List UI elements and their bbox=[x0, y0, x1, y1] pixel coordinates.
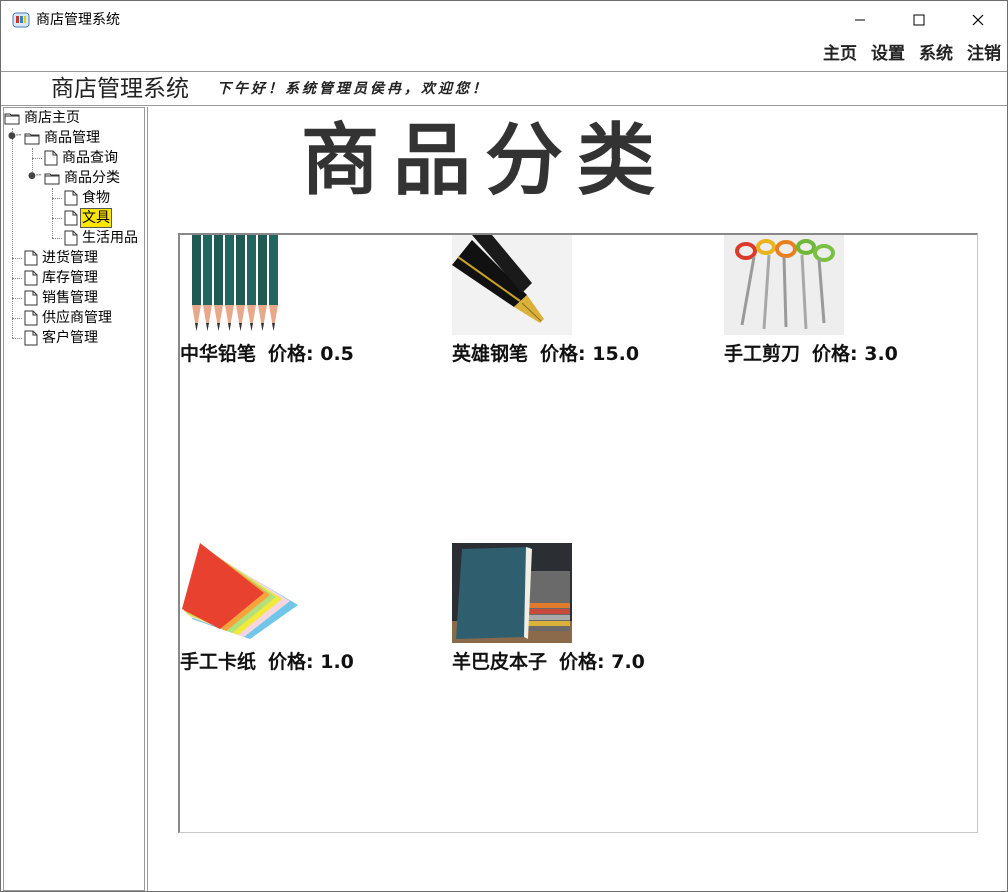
window-title: 商店管理系统 bbox=[36, 12, 120, 28]
tree-label: 库存管理 bbox=[42, 270, 98, 286]
menu-bar: 主页 设置 系统 注销 bbox=[823, 41, 1001, 67]
fountain-pen-image bbox=[452, 235, 572, 335]
tree-connector bbox=[12, 258, 22, 259]
close-button[interactable] bbox=[955, 1, 1001, 39]
file-icon bbox=[24, 270, 38, 286]
folder-open-icon bbox=[24, 133, 40, 145]
tree-connector bbox=[12, 298, 22, 299]
tree-item-stationery[interactable]: 文具 bbox=[64, 208, 112, 228]
product-card[interactable]: 羊巴皮本子 价格: 7.0 bbox=[452, 543, 645, 673]
colored-paper-image bbox=[180, 543, 300, 643]
app-window: 商店管理系统 主页 设置 系统 注销 商店管理系统 下午好！系统管理员侯冉，欢迎… bbox=[0, 0, 1008, 892]
menu-system[interactable]: 系统 bbox=[919, 41, 953, 67]
product-price: 价格: 0.5 bbox=[268, 343, 354, 365]
product-name: 羊巴皮本子 bbox=[452, 651, 548, 673]
tree-connector bbox=[12, 338, 22, 339]
tree-label-selected: 文具 bbox=[80, 208, 112, 228]
navigation-tree: ●╌ ●╌ 商店主页 商品管理 商品查询 商品分类 食物 文具 生活用品 进货管… bbox=[3, 107, 145, 891]
product-price: 价格: 3.0 bbox=[812, 343, 898, 365]
product-card[interactable]: 手工剪刀 价格: 3.0 bbox=[724, 235, 898, 365]
file-icon bbox=[24, 330, 38, 346]
product-caption: 英雄钢笔 价格: 15.0 bbox=[452, 339, 639, 366]
header-divider bbox=[1, 105, 1007, 106]
scissors-image bbox=[724, 235, 844, 335]
maximize-button[interactable] bbox=[896, 1, 942, 39]
maximize-icon bbox=[913, 14, 925, 26]
folder-open-icon bbox=[44, 173, 60, 185]
minimize-button[interactable] bbox=[837, 1, 883, 39]
page-title: 商品分类 bbox=[301, 115, 670, 206]
product-card[interactable]: 中华铅笔 价格: 0.5 bbox=[180, 235, 354, 365]
tree-label: 生活用品 bbox=[82, 230, 138, 246]
greeting-text: 下午好！系统管理员侯冉，欢迎您！ bbox=[217, 81, 489, 97]
file-icon bbox=[44, 150, 58, 166]
tree-item-root[interactable]: 商店主页 bbox=[4, 108, 81, 128]
collapse-toggle-icon[interactable]: ●╌ bbox=[8, 131, 21, 141]
header-bar: 商店管理系统 下午好！系统管理员侯冉，欢迎您！ bbox=[1, 72, 1007, 105]
tree-label: 食物 bbox=[82, 190, 110, 206]
tree-item-customer-mgmt[interactable]: 客户管理 bbox=[24, 328, 99, 348]
product-card[interactable]: 手工卡纸 价格: 1.0 bbox=[180, 543, 354, 673]
tree-item-purchase-mgmt[interactable]: 进货管理 bbox=[24, 248, 99, 268]
file-icon bbox=[24, 290, 38, 306]
menu-home[interactable]: 主页 bbox=[823, 41, 857, 67]
tree-label: 商店主页 bbox=[24, 110, 80, 126]
product-caption: 中华铅笔 价格: 0.5 bbox=[180, 339, 354, 366]
split-pane-divider[interactable] bbox=[147, 107, 148, 891]
tree-connector bbox=[52, 188, 53, 238]
file-icon bbox=[24, 310, 38, 326]
file-icon bbox=[64, 190, 78, 206]
product-price: 价格: 7.0 bbox=[559, 651, 645, 673]
tree-item-daily-use[interactable]: 生活用品 bbox=[64, 228, 139, 248]
pencils-image bbox=[180, 235, 300, 335]
tree-item-goods-category[interactable]: 商品分类 bbox=[44, 168, 121, 188]
product-name: 英雄钢笔 bbox=[452, 343, 529, 365]
tree-connector bbox=[52, 198, 62, 199]
product-name: 手工剪刀 bbox=[724, 343, 801, 365]
menu-logout[interactable]: 注销 bbox=[967, 41, 1001, 67]
collapse-toggle-icon[interactable]: ●╌ bbox=[28, 171, 41, 181]
tree-item-stock-mgmt[interactable]: 库存管理 bbox=[24, 268, 99, 288]
close-icon bbox=[972, 14, 984, 26]
minimize-icon bbox=[855, 19, 865, 21]
product-grid-panel: 中华铅笔 价格: 0.5 英雄钢笔 价格: 15.0 手工剪刀 价格: 3.0 … bbox=[178, 233, 978, 833]
store-app-icon bbox=[12, 12, 30, 28]
tree-label: 商品查询 bbox=[62, 150, 118, 166]
tree-item-goods-query[interactable]: 商品查询 bbox=[44, 148, 119, 168]
tree-item-supplier-mgmt[interactable]: 供应商管理 bbox=[24, 308, 113, 328]
file-icon bbox=[64, 230, 78, 246]
tree-item-sales-mgmt[interactable]: 销售管理 bbox=[24, 288, 99, 308]
tree-label: 客户管理 bbox=[42, 330, 98, 346]
tree-item-goods-mgmt[interactable]: 商品管理 bbox=[24, 128, 101, 148]
brand-title: 商店管理系统 bbox=[51, 76, 189, 102]
file-icon bbox=[24, 250, 38, 266]
tree-label: 销售管理 bbox=[42, 290, 98, 306]
product-caption: 手工卡纸 价格: 1.0 bbox=[180, 647, 354, 674]
product-caption: 手工剪刀 价格: 3.0 bbox=[724, 339, 898, 366]
file-icon bbox=[64, 210, 78, 226]
title-bar[interactable]: 商店管理系统 bbox=[1, 1, 1007, 39]
product-price: 价格: 1.0 bbox=[268, 651, 354, 673]
notebooks-image bbox=[452, 543, 572, 643]
product-card[interactable]: 英雄钢笔 价格: 15.0 bbox=[452, 235, 639, 365]
tree-connector bbox=[12, 278, 22, 279]
product-price: 价格: 15.0 bbox=[540, 343, 640, 365]
tree-item-food[interactable]: 食物 bbox=[64, 188, 111, 208]
tree-connector bbox=[32, 158, 42, 159]
menu-settings[interactable]: 设置 bbox=[871, 41, 905, 67]
tree-label: 供应商管理 bbox=[42, 310, 112, 326]
tree-connector bbox=[12, 128, 13, 338]
product-caption: 羊巴皮本子 价格: 7.0 bbox=[452, 647, 645, 674]
tree-label: 商品管理 bbox=[44, 130, 100, 146]
product-name: 手工卡纸 bbox=[180, 651, 257, 673]
tree-label: 商品分类 bbox=[64, 170, 120, 186]
tree-label: 进货管理 bbox=[42, 250, 98, 266]
tree-connector bbox=[52, 218, 62, 219]
tree-connector bbox=[12, 318, 22, 319]
tree-connector bbox=[52, 238, 62, 239]
product-name: 中华铅笔 bbox=[180, 343, 257, 365]
folder-open-icon bbox=[4, 113, 20, 125]
